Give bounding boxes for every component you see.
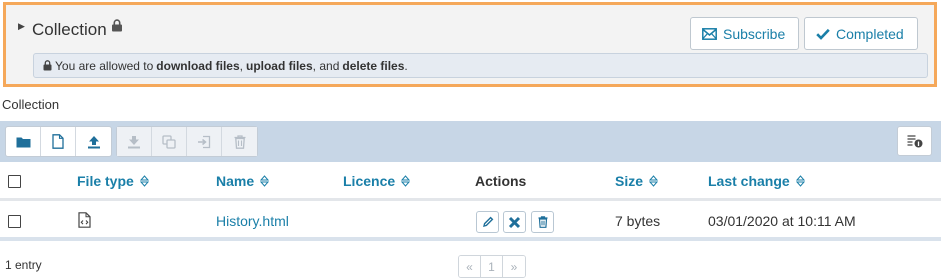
html-file-icon	[78, 212, 91, 228]
column-header-label: Last change	[708, 173, 790, 189]
completed-label: Completed	[836, 25, 904, 42]
delete-file-button[interactable]	[531, 211, 554, 233]
check-icon	[816, 28, 830, 40]
pagination: « 1 »	[458, 255, 526, 278]
subscribe-label: Subscribe	[723, 25, 786, 42]
edit-licence-icon	[508, 216, 521, 228]
section-title: Collection	[2, 97, 60, 112]
column-header-label: Actions	[475, 173, 527, 189]
subscribe-button[interactable]: Subscribe	[690, 17, 799, 50]
notice-upload-files: upload files	[245, 58, 313, 73]
edit-licence-button[interactable]	[503, 211, 526, 233]
new-folder-button[interactable]	[6, 127, 41, 156]
sort-icon	[649, 175, 659, 187]
metadata-icon	[907, 134, 922, 147]
upload-button[interactable]	[76, 127, 111, 156]
completed-button[interactable]: Completed	[804, 17, 918, 50]
upload-icon	[87, 135, 100, 148]
file-name-link[interactable]: History.html	[216, 213, 289, 229]
pagination-next-button[interactable]: »	[503, 256, 525, 277]
column-header-label: Size	[615, 173, 644, 189]
column-header-file-type[interactable]: File type	[77, 173, 149, 189]
lock-icon	[43, 60, 52, 71]
column-header-name[interactable]: Name	[216, 173, 270, 189]
collection-panel: ▶ Collection Subscribe Completed You are…	[3, 2, 937, 87]
delete-button[interactable]	[222, 127, 257, 156]
entry-count: 1 entry	[5, 258, 42, 272]
edit-file-button[interactable]	[476, 211, 499, 233]
metadata-button[interactable]	[897, 126, 932, 156]
sort-icon	[139, 175, 149, 187]
folder-icon	[16, 137, 30, 147]
copy-button[interactable]	[152, 127, 187, 156]
pagination-page-button[interactable]: 1	[481, 256, 503, 277]
new-file-button[interactable]	[41, 127, 76, 156]
download-icon	[128, 135, 140, 148]
toolbar-main-group	[5, 126, 112, 157]
file-size: 7 bytes	[615, 213, 661, 229]
move-button[interactable]	[187, 127, 222, 156]
column-header-label: File type	[77, 173, 134, 189]
last-change-date: 03/01/2020 at 10:11 AM	[708, 213, 856, 229]
select-all-checkbox[interactable]	[8, 175, 21, 188]
notice-delete-files: delete files	[342, 58, 405, 73]
sort-icon	[401, 175, 411, 187]
column-header-label: Licence	[343, 173, 396, 189]
download-button[interactable]	[117, 127, 152, 156]
column-header-last-change[interactable]: Last change	[708, 173, 805, 189]
pagination-prev-button[interactable]: «	[459, 256, 481, 277]
delete-icon	[538, 216, 547, 228]
notice-suffix: .	[404, 58, 408, 73]
envelope-icon	[702, 27, 717, 40]
new-file-icon	[52, 134, 64, 149]
panel-title: Collection	[32, 20, 107, 39]
table-header: File type Name Licence Actions Size Last…	[0, 162, 941, 201]
toolbar-selection-group	[116, 126, 258, 157]
sort-icon	[260, 175, 270, 187]
column-header-size[interactable]: Size	[615, 173, 659, 189]
collapse-toggle-icon[interactable]: ▶	[18, 21, 25, 32]
sort-icon	[795, 175, 805, 187]
column-header-label: Name	[216, 173, 255, 189]
edit-icon	[482, 216, 493, 227]
notice-download-files: download files	[156, 58, 240, 73]
copy-icon	[162, 134, 176, 149]
file-toolbar	[0, 121, 941, 162]
table-row: History.html 7 bytes 03/01/2020 at 10:11…	[0, 201, 941, 241]
trash-icon	[234, 134, 245, 149]
column-header-actions: Actions	[475, 173, 526, 189]
permissions-notice: You are allowed to download files, uploa…	[33, 53, 928, 78]
lock-icon	[112, 19, 122, 32]
notice-prefix: You are allowed to	[55, 58, 154, 73]
move-icon	[198, 135, 211, 148]
notice-separator: , and	[312, 58, 340, 73]
row-checkbox[interactable]	[8, 215, 21, 228]
notice-separator: ,	[239, 58, 243, 73]
column-header-licence[interactable]: Licence	[343, 173, 411, 189]
